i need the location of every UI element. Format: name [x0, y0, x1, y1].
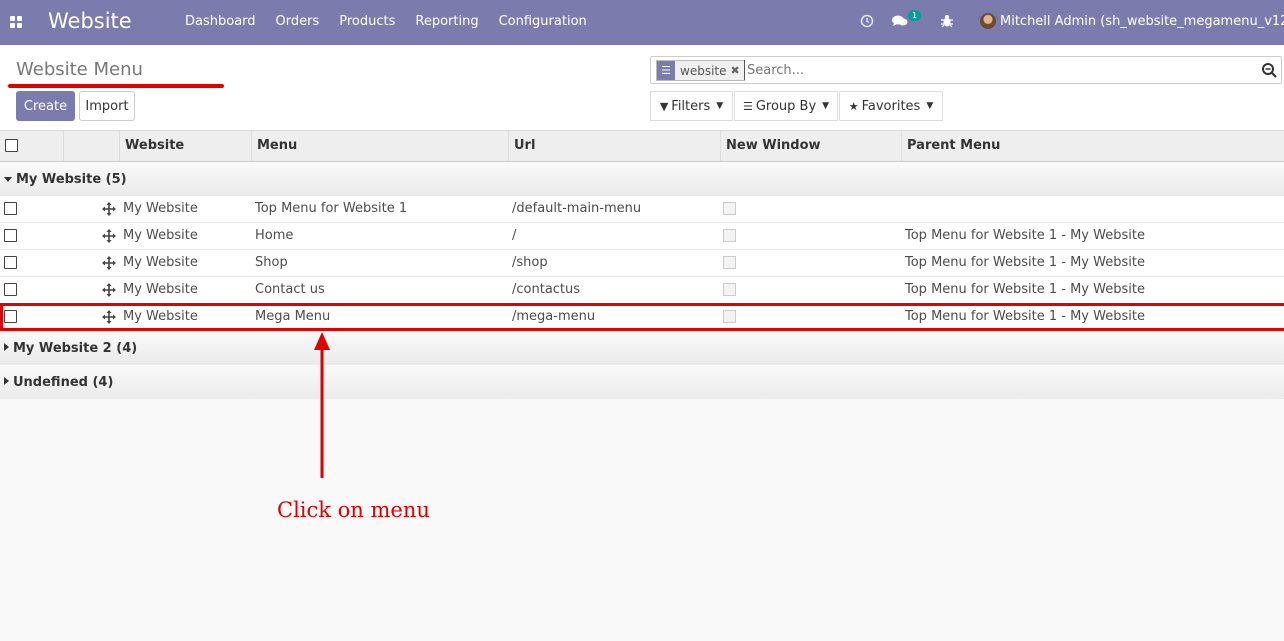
caret-right-icon	[4, 343, 9, 351]
row-checkbox[interactable]	[4, 283, 17, 296]
search-facet[interactable]: ☰ website ✖	[656, 60, 745, 81]
group-row-my-website-2[interactable]: My Website 2 (4)	[0, 331, 1284, 365]
filters-dropdown[interactable]: ▼ Filters ▼	[650, 91, 733, 121]
table-row[interactable]: My Website Top Menu for Website 1 /defau…	[0, 196, 1284, 223]
top-navbar: Website Dashboard Orders Products Report…	[0, 0, 1284, 45]
header-new-window[interactable]: New Window	[720, 131, 901, 161]
facet-remove-icon[interactable]: ✖	[731, 64, 744, 77]
activity-clock-icon[interactable]	[858, 12, 876, 30]
new-window-checkbox	[723, 229, 736, 242]
group-label-wrap: Undefined (4)	[0, 375, 113, 390]
cell-menu: Home	[255, 228, 294, 243]
filters-label: Filters	[671, 98, 711, 114]
create-button[interactable]: Create	[16, 91, 75, 121]
group-label: My Website 2 (4)	[13, 341, 138, 356]
drag-handle-icon[interactable]	[102, 256, 116, 270]
highlight-box-annotation	[0, 303, 1284, 331]
up-arrow-annotation	[314, 332, 330, 478]
cell-parent-menu: Top Menu for Website 1 - My Website	[905, 282, 1145, 297]
cell-menu: Contact us	[255, 282, 325, 297]
group-row-undefined[interactable]: Undefined (4)	[0, 365, 1284, 399]
header-url[interactable]: Url	[508, 131, 720, 161]
cell-url: /default-main-menu	[512, 201, 642, 216]
bars-icon: ☰	[742, 99, 753, 113]
user-menu[interactable]: Mitchell Admin (sh_website_megamenu_v12c…	[1000, 14, 1284, 29]
cell-url: /contactus	[512, 282, 581, 297]
title-underline-annotation	[8, 84, 224, 88]
favorites-label: Favorites	[861, 98, 921, 114]
cell-website: My Website	[123, 282, 198, 297]
cell-menu: Top Menu for Website 1	[255, 201, 408, 216]
row-checkbox[interactable]	[4, 229, 17, 242]
new-window-checkbox	[723, 202, 736, 215]
chat-count-badge: 1	[908, 10, 922, 21]
chevron-down-icon: ▼	[822, 101, 830, 111]
new-window-checkbox	[723, 256, 736, 269]
caret-right-icon	[4, 377, 9, 385]
cell-website: My Website	[123, 201, 198, 216]
drag-handle-icon[interactable]	[102, 202, 116, 216]
annotation-text: Click on menu	[277, 498, 430, 522]
control-panel: Website Menu Create Import ☰ website ✖ ▼…	[0, 45, 1284, 131]
row-checkbox[interactable]	[4, 202, 17, 215]
cell-url: /shop	[512, 255, 548, 270]
header-website[interactable]: Website	[119, 131, 251, 161]
group-label: My Website (5)	[16, 172, 127, 187]
star-icon: ★	[848, 99, 859, 113]
debug-bug-icon[interactable]	[938, 12, 956, 30]
groupby-label: Group By	[755, 98, 817, 114]
caret-down-icon	[4, 177, 12, 182]
drag-handle-icon[interactable]	[102, 283, 116, 297]
chat-bubbles-icon[interactable]	[891, 12, 909, 30]
select-all-checkbox[interactable]	[5, 139, 18, 152]
systray: 1 Mitchell Admin (sh_website_megamenu_v1…	[0, 10, 1284, 32]
header-handle	[63, 131, 119, 161]
table-row[interactable]: My Website Home / Top Menu for Website 1…	[0, 223, 1284, 250]
header-menu[interactable]: Menu	[251, 131, 508, 161]
page-title: Website Menu	[16, 59, 143, 80]
group-list-icon: ☰	[657, 61, 675, 80]
chevron-down-icon: ▼	[926, 101, 934, 111]
new-window-checkbox	[723, 283, 736, 296]
row-checkbox[interactable]	[4, 256, 17, 269]
filter-funnel-icon: ▼	[659, 99, 669, 113]
table-row[interactable]: My Website Contact us /contactus Top Men…	[0, 277, 1284, 304]
group-label-wrap: My Website (5)	[0, 172, 127, 187]
group-label: Undefined (4)	[13, 375, 114, 390]
header-parent-menu[interactable]: Parent Menu	[901, 131, 1284, 161]
table-row[interactable]: My Website Shop /shop Top Menu for Websi…	[0, 250, 1284, 277]
group-label-wrap: My Website 2 (4)	[0, 341, 137, 356]
cell-parent-menu: Top Menu for Website 1 - My Website	[905, 255, 1145, 270]
search-icon[interactable]	[1261, 62, 1277, 78]
search-input[interactable]	[744, 60, 1244, 80]
cell-menu: Shop	[255, 255, 288, 270]
table-header: Website Menu Url New Window Parent Menu	[0, 131, 1284, 162]
group-row-my-website[interactable]: My Website (5)	[0, 162, 1284, 196]
cell-website: My Website	[123, 255, 198, 270]
chevron-down-icon: ▼	[716, 101, 724, 111]
cell-parent-menu: Top Menu for Website 1 - My Website	[905, 228, 1145, 243]
cell-url: /	[512, 228, 517, 243]
groupby-dropdown[interactable]: ☰ Group By ▼	[734, 91, 838, 121]
facet-value: website	[680, 63, 727, 78]
favorites-dropdown[interactable]: ★ Favorites ▼	[839, 91, 943, 121]
drag-handle-icon[interactable]	[102, 229, 116, 243]
cell-website: My Website	[123, 228, 198, 243]
search-bar: ☰ website ✖	[650, 56, 1282, 84]
user-avatar[interactable]	[980, 13, 996, 29]
import-button[interactable]: Import	[79, 91, 135, 121]
